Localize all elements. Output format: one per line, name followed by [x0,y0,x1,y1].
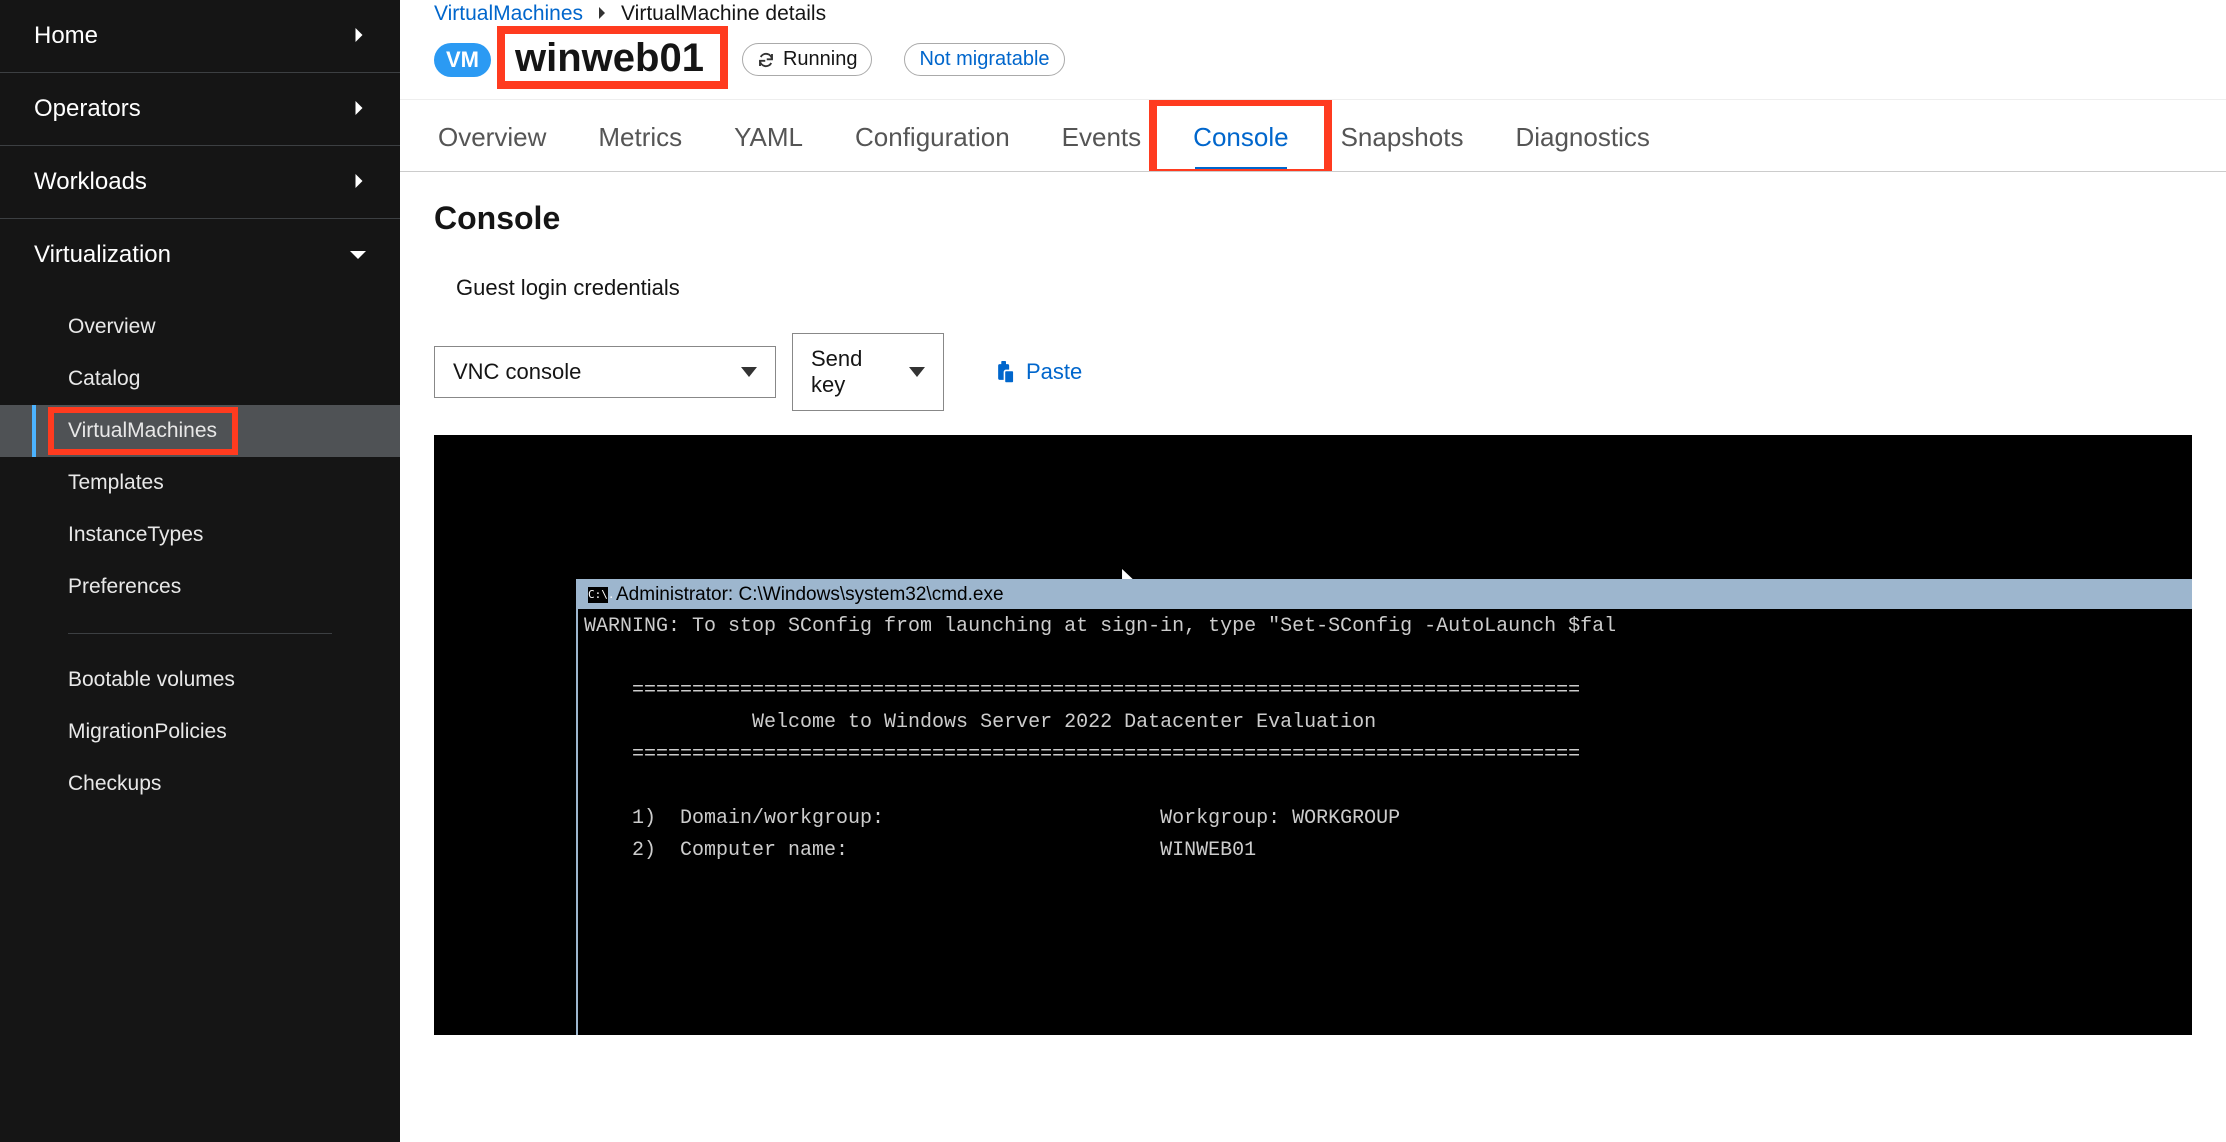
sync-icon [757,51,775,69]
sidebar-item-virt-catalog[interactable]: Catalog [0,353,400,405]
tab-label: Configuration [855,122,1010,152]
paste-icon [996,361,1016,383]
terminal-line: 2) Computer name: WINWEB01 [584,839,1256,862]
not-migratable-chip[interactable]: Not migratable [904,43,1064,76]
tab-configuration[interactable]: Configuration [851,100,1014,171]
not-migratable-text: Not migratable [919,48,1049,71]
sidebar-item-virt-overview[interactable]: Overview [0,301,400,353]
sidebar-item-migration-policies[interactable]: MigrationPolicies [0,706,400,758]
console-heading: Console [434,200,2192,237]
detail-tabs: Overview Metrics YAML Configuration Even… [400,99,2226,172]
sidebar-item-label: Workloads [34,168,147,196]
sidebar-item-virt-templates[interactable]: Templates [0,457,400,509]
sidebar-item-label: Catalog [68,367,140,390]
tab-yaml[interactable]: YAML [730,100,807,171]
tab-label: Metrics [598,122,682,152]
tab-label: Snapshots [1341,122,1464,152]
console-controls: VNC console Send key Paste [434,333,2192,411]
caret-down-icon [909,367,925,377]
breadcrumb-current: VirtualMachine details [621,2,826,26]
sidebar-item-label: Home [34,22,98,50]
sidebar: Home Operators Workloads [0,0,400,1142]
sidebar-item-label: Virtualization [34,241,171,269]
sidebar-item-checkups[interactable]: Checkups [0,758,400,810]
vm-status-text: Running [783,48,858,71]
terminal-line: ========================================… [584,679,1580,702]
terminal-line: ========================================… [584,743,1580,766]
sidebar-item-label: Operators [34,95,141,123]
sidebar-item-label: Preferences [68,575,181,598]
chevron-right-icon [597,6,607,22]
sidebar-item-virt-instancetypes[interactable]: InstanceTypes [0,509,400,561]
console-type-select[interactable]: VNC console [434,346,776,398]
send-key-label: Send key [811,346,899,398]
tab-events[interactable]: Events [1058,100,1146,171]
breadcrumb-parent-link[interactable]: VirtualMachines [434,2,583,26]
sidebar-item-virtualization[interactable]: Virtualization [0,219,400,291]
vnc-console[interactable]: C:\. Administrator: C:\Windows\system32\… [434,435,2192,1035]
sidebar-item-bootable-volumes[interactable]: Bootable volumes [0,654,400,706]
page-title-row: VM winweb01 Running Not migratable [400,26,2226,99]
vm-name: winweb01 [509,36,710,80]
chevron-right-icon [352,99,366,120]
guest-login-credentials-toggle[interactable]: Guest login credentials [434,275,2192,301]
vm-badge: VM [434,43,491,77]
sidebar-item-virt-preferences[interactable]: Preferences [0,561,400,613]
sidebar-item-home[interactable]: Home [0,0,400,72]
sidebar-item-label: Overview [68,315,156,338]
windows-cmd-window: C:\. Administrator: C:\Windows\system32\… [576,579,2192,1035]
chevron-down-icon [350,245,366,266]
sidebar-item-label: InstanceTypes [68,523,203,546]
main-content: VirtualMachines VirtualMachine details V… [400,0,2226,1142]
sidebar-item-label: MigrationPolicies [68,720,227,743]
terminal-line: WARNING: To stop SConfig from launching … [584,615,1616,638]
chevron-right-icon [352,26,366,47]
tab-label: Console [1193,122,1288,152]
sidebar-item-virtualmachines[interactable]: VirtualMachines [0,405,400,457]
tab-metrics[interactable]: Metrics [594,100,686,171]
chevron-right-icon [352,172,366,193]
sidebar-item-label: Checkups [68,772,161,795]
sidebar-divider [68,633,332,634]
cmd-icon: C:\. [588,587,608,603]
windows-titlebar[interactable]: C:\. Administrator: C:\Windows\system32\… [578,581,2192,609]
sidebar-item-label: Bootable volumes [68,668,235,691]
tab-diagnostics[interactable]: Diagnostics [1511,100,1653,171]
sidebar-item-operators[interactable]: Operators [0,73,400,145]
console-type-value: VNC console [453,359,581,385]
tab-console[interactable]: Console [1189,100,1292,171]
terminal-output: WARNING: To stop SConfig from launching … [578,609,2192,869]
terminal-line: Welcome to Windows Server 2022 Datacente… [584,711,1376,734]
send-key-select[interactable]: Send key [792,333,944,411]
sidebar-item-label: VirtualMachines [68,419,217,442]
sidebar-item-workloads[interactable]: Workloads [0,146,400,218]
tab-overview[interactable]: Overview [434,100,550,171]
paste-label: Paste [1026,359,1082,385]
windows-title-text: Administrator: C:\Windows\system32\cmd.e… [616,584,1004,606]
virtualization-subnav: Overview Catalog VirtualMachines Templat… [0,291,400,836]
terminal-line: 1) Domain/workgroup: Workgroup: WORKGROU… [584,807,1400,830]
caret-down-icon [741,367,757,377]
tab-snapshots[interactable]: Snapshots [1337,100,1468,171]
breadcrumb: VirtualMachines VirtualMachine details [400,0,2226,26]
tab-label: YAML [734,122,803,152]
vm-status-chip[interactable]: Running [742,43,873,76]
vm-name-highlight: winweb01 [497,26,728,89]
tab-label: Overview [438,122,546,152]
tab-label: Events [1062,122,1142,152]
tab-label: Diagnostics [1515,122,1649,152]
paste-button[interactable]: Paste [996,359,1082,385]
sidebar-item-label: Templates [68,471,164,494]
